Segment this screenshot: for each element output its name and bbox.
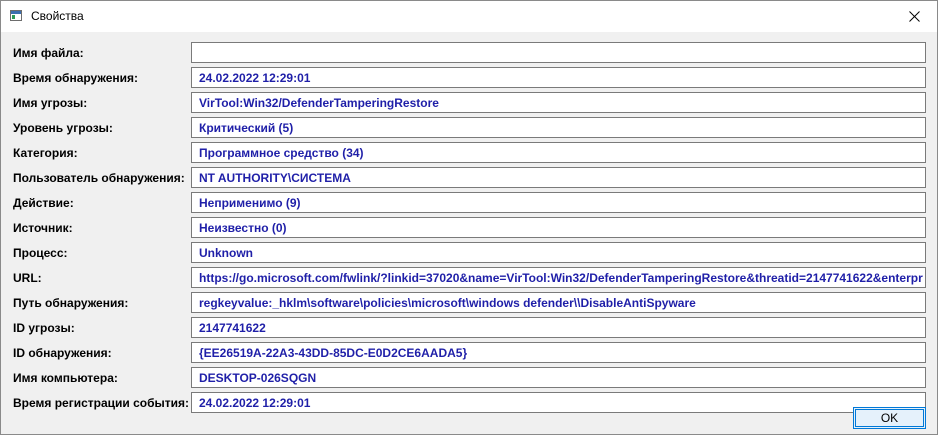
field-row-threat-level: Уровень угрозы: Критический (5): [1, 117, 937, 139]
field-value-threat-name[interactable]: VirTool:Win32/DefenderTamperingRestore: [191, 92, 926, 113]
field-row-detection-path: Путь обнаружения: regkeyvalue:_hklm\soft…: [1, 292, 937, 314]
field-row-event-time: Время регистрации события: 24.02.2022 12…: [1, 392, 937, 414]
field-label-computer-name: Имя компьютера:: [13, 371, 118, 385]
close-icon: [908, 11, 920, 22]
field-value-threat-level[interactable]: Критический (5): [191, 117, 926, 138]
field-label-threat-level: Уровень угрозы:: [13, 121, 113, 135]
field-label-action: Действие:: [13, 196, 74, 210]
field-row-category: Категория: Программное средство (34): [1, 142, 937, 164]
field-value-detection-path[interactable]: regkeyvalue:_hklm\software\policies\micr…: [191, 292, 926, 313]
field-label-detection-user: Пользователь обнаружения:: [13, 171, 185, 185]
field-row-source: Источник: Неизвестно (0): [1, 217, 937, 239]
title-bar[interactable]: Свойства: [1, 1, 937, 32]
field-value-detection-user[interactable]: NT AUTHORITY\СИСТЕМА: [191, 167, 926, 188]
field-label-category: Категория:: [13, 146, 78, 160]
field-row-detection-user: Пользователь обнаружения: NT AUTHORITY\С…: [1, 167, 937, 189]
field-value-source[interactable]: Неизвестно (0): [191, 217, 926, 238]
field-label-url: URL:: [13, 271, 42, 285]
field-row-process: Процесс: Unknown: [1, 242, 937, 264]
field-value-file-name[interactable]: [191, 42, 926, 63]
field-label-detection-time: Время обнаружения:: [13, 71, 139, 85]
field-label-file-name: Имя файла:: [13, 46, 84, 60]
field-label-detection-id: ID обнаружения:: [13, 346, 112, 360]
field-row-threat-id: ID угрозы: 2147741622: [1, 317, 937, 339]
ok-button[interactable]: OK: [853, 407, 926, 429]
window-title: Свойства: [31, 9, 84, 23]
field-row-computer-name: Имя компьютера: DESKTOP-026SQGN: [1, 367, 937, 389]
field-row-detection-id: ID обнаружения: {EE26519A-22A3-43DD-85DC…: [1, 342, 937, 364]
field-value-detection-time[interactable]: 24.02.2022 12:29:01: [191, 67, 926, 88]
field-row-file-name: Имя файла:: [1, 42, 937, 64]
field-row-threat-name: Имя угрозы: VirTool:Win32/DefenderTamper…: [1, 92, 937, 114]
field-label-source: Источник:: [13, 221, 73, 235]
field-row-detection-time: Время обнаружения: 24.02.2022 12:29:01: [1, 67, 937, 89]
properties-dialog: Свойства Имя файла: Время обнаружения: 2…: [0, 0, 938, 435]
field-label-detection-path: Путь обнаружения:: [13, 296, 129, 310]
field-value-event-time[interactable]: 24.02.2022 12:29:01: [191, 392, 926, 413]
field-label-threat-id: ID угрозы:: [13, 321, 75, 335]
field-label-threat-name: Имя угрозы:: [13, 96, 88, 110]
field-value-detection-id[interactable]: {EE26519A-22A3-43DD-85DC-E0D2CE6AADA5}: [191, 342, 926, 363]
field-value-url[interactable]: https://go.microsoft.com/fwlink/?linkid=…: [191, 267, 926, 288]
field-row-url: URL: https://go.microsoft.com/fwlink/?li…: [1, 267, 937, 289]
field-label-process: Процесс:: [13, 246, 68, 260]
field-value-threat-id[interactable]: 2147741622: [191, 317, 926, 338]
close-button[interactable]: [891, 1, 937, 32]
field-value-computer-name[interactable]: DESKTOP-026SQGN: [191, 367, 926, 388]
field-value-process[interactable]: Unknown: [191, 242, 926, 263]
properties-window-icon: [10, 10, 22, 21]
field-value-action[interactable]: Неприменимо (9): [191, 192, 926, 213]
field-row-action: Действие: Неприменимо (9): [1, 192, 937, 214]
field-label-event-time: Время регистрации события:: [13, 396, 190, 410]
field-value-category[interactable]: Программное средство (34): [191, 142, 926, 163]
